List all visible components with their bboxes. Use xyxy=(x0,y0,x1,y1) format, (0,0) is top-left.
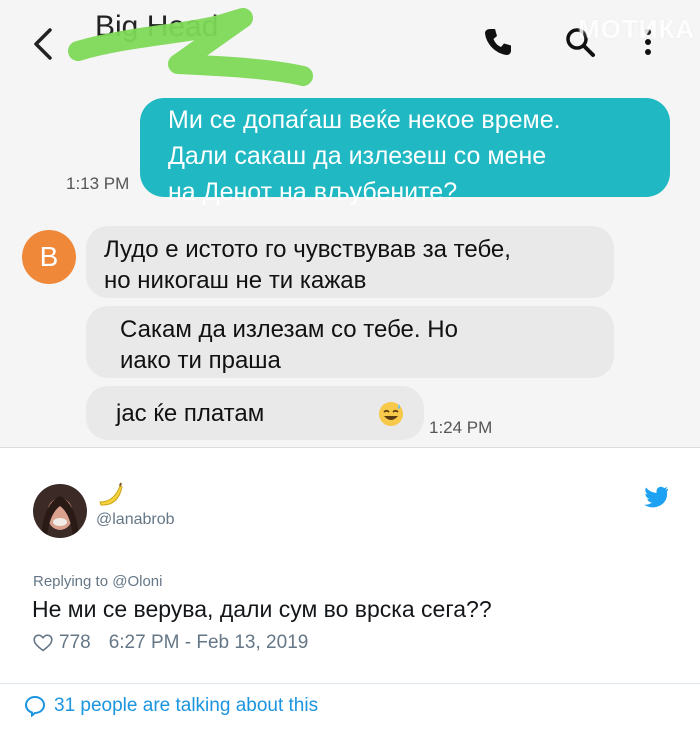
message-timestamp: 1:24 PM xyxy=(429,418,493,437)
speech-bubble-icon xyxy=(24,695,46,717)
message-line: на Денот на вљубените? xyxy=(168,178,458,206)
phone-icon[interactable] xyxy=(480,24,516,60)
like-count: 778 xyxy=(59,632,91,653)
message-timestamp: 1:13 PM xyxy=(66,174,130,193)
back-arrow-icon[interactable] xyxy=(30,26,58,62)
profile-photo-icon xyxy=(33,484,87,538)
watermark: МОТИКА xyxy=(578,14,696,44)
tweet-timestamp[interactable]: 6:27 PM - Feb 13, 2019 xyxy=(109,632,309,654)
scribble-redaction xyxy=(68,8,313,86)
message-line: Ми се допаѓаш веќе некое време. xyxy=(168,106,561,134)
message-line: Дали сакаш да излезеш со мене xyxy=(168,142,547,170)
profile-avatar[interactable] xyxy=(33,484,87,538)
divider xyxy=(0,447,700,448)
received-message-bubble: јас ќе платам xyxy=(86,386,424,440)
replying-to[interactable]: Replying to @Oloni xyxy=(33,573,162,590)
received-message-bubble: Лудо е истото го чувствував за тебе, но … xyxy=(86,226,614,298)
talking-text[interactable]: 31 people are talking about this xyxy=(54,695,318,717)
message-line: иако ти праша xyxy=(120,347,281,374)
divider xyxy=(0,683,700,684)
sent-message-bubble: Ми се допаѓаш веќе некое време. Дали сак… xyxy=(140,98,670,206)
twitter-bird-icon[interactable] xyxy=(643,486,669,508)
heart-icon[interactable] xyxy=(33,634,53,652)
tweet-meta: 778 6:27 PM - Feb 13, 2019 xyxy=(33,632,308,654)
tweet-text: Не ми се верува, дали сум во врска сега?… xyxy=(32,596,492,622)
talking-link[interactable]: 31 people are talking about this xyxy=(24,695,318,717)
tweet-handle[interactable]: @lanabrob xyxy=(96,511,175,529)
received-message-bubble: Сакам да излезам со тебе. Но иако ти пра… xyxy=(86,306,614,378)
message-line: но никогаш не ти кажав xyxy=(104,267,367,294)
sweat-smile-emoji-icon xyxy=(379,402,403,426)
contact-avatar[interactable]: B xyxy=(22,230,76,284)
message-line: Сакам да излезам со тебе. Но xyxy=(120,316,458,343)
banana-emoji-icon xyxy=(99,482,123,506)
message-text: јас ќе платам xyxy=(116,400,265,427)
chat-screenshot: Big Head МОТИКА Ми се допаѓаш веќе некое… xyxy=(0,0,700,447)
message-line: Лудо е истото го чувствував за тебе, xyxy=(104,236,511,263)
